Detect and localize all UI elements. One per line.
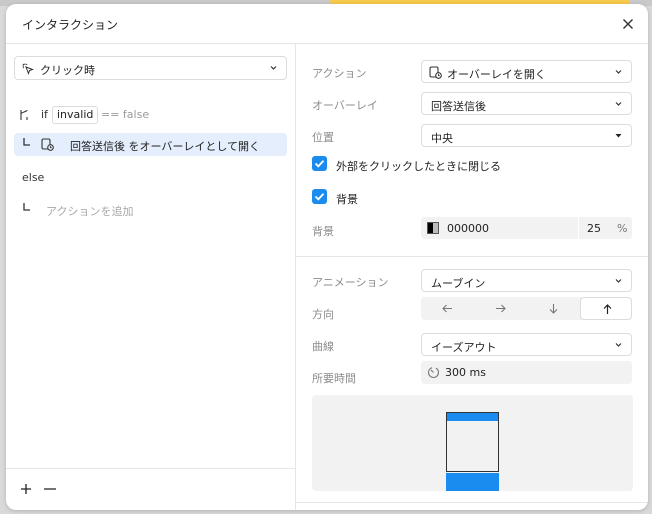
chevron-down-icon [270, 66, 277, 70]
color-swatch[interactable] [427, 222, 439, 234]
arrow-up-icon [603, 304, 612, 314]
click-icon [22, 63, 34, 75]
duration-value: 300 ms [445, 366, 486, 379]
animation-value: ムーブイン [431, 277, 486, 290]
overlay-select[interactable]: 回答送信後 [421, 92, 632, 115]
overlay-label: オーバーレイ [312, 99, 378, 112]
arrow-down-icon [549, 304, 558, 314]
panel-bottom-divider [296, 502, 648, 503]
position-select[interactable]: 中央 [421, 124, 632, 147]
duration-label: 所要時間 [312, 372, 356, 385]
plus-icon [21, 484, 31, 494]
overlay-value: 回答送信後 [431, 100, 486, 113]
close-on-outside-click-label: 外部をクリックしたときに閉じる [336, 160, 501, 173]
animation-select[interactable]: ムーブイン [421, 269, 632, 292]
curve-value: イーズアウト [431, 341, 497, 354]
checkmark-icon [314, 193, 325, 201]
action-value: オーバーレイを開く [447, 68, 546, 81]
overlay-icon [41, 138, 54, 151]
direction-down-button[interactable] [527, 297, 579, 320]
chevron-down-icon [615, 343, 622, 347]
animation-preview [312, 395, 633, 491]
nested-branch-icon [23, 138, 30, 146]
condition-variable[interactable]: invalid [52, 106, 99, 124]
chevron-down-icon [615, 70, 622, 74]
direction-right-button[interactable] [474, 297, 526, 320]
list-footer [6, 468, 296, 510]
direction-segmented-control [421, 297, 632, 320]
action-label: アクション [312, 67, 367, 80]
interaction-dialog: インタラクション クリック時 if invalid == false 回答送信後… [6, 4, 648, 510]
arrow-right-icon [496, 304, 506, 313]
action-select[interactable]: オーバーレイを開く [421, 60, 632, 83]
if-keyword: if [41, 108, 48, 121]
preview-overlay-top [447, 413, 498, 421]
background-checkbox-label: 背景 [336, 193, 358, 206]
close-icon [623, 19, 633, 29]
nested-branch-icon [23, 203, 30, 211]
direction-up-button[interactable] [580, 297, 632, 320]
chevron-down-icon [615, 134, 622, 138]
action-item-label: 回答送信後 をオーバーレイとして開く [70, 140, 261, 153]
add-button[interactable] [18, 481, 34, 497]
action-item-selected[interactable]: 回答送信後 をオーバーレイとして開く [14, 133, 287, 156]
position-label: 位置 [312, 131, 334, 144]
else-label: else [22, 171, 45, 184]
arrow-left-icon [442, 304, 452, 313]
curve-label: 曲線 [312, 340, 334, 353]
curve-select[interactable]: イーズアウト [421, 333, 632, 356]
background-checkbox[interactable] [312, 189, 327, 204]
timer-icon [427, 366, 440, 379]
interaction-list-panel: クリック時 if invalid == false 回答送信後 をオーバーレイと… [6, 44, 296, 510]
dialog-title: インタラクション [22, 18, 119, 32]
direction-label: 方向 [312, 308, 334, 321]
background-color-value: 000000 [447, 222, 489, 235]
dialog-header: インタラクション [6, 4, 648, 44]
direction-left-button[interactable] [421, 297, 473, 320]
animation-label: アニメーション [312, 276, 389, 289]
background-label: 背景 [312, 225, 334, 238]
condition-comparison: == false [101, 108, 150, 121]
background-opacity-field[interactable]: 25 % [579, 217, 632, 239]
background-opacity-value: 25 [587, 222, 601, 235]
checkmark-icon [314, 160, 325, 168]
close-on-outside-click-checkbox[interactable] [312, 156, 327, 171]
chevron-down-icon [615, 102, 622, 106]
minus-icon [44, 488, 56, 490]
background-color-field[interactable]: 000000 [421, 217, 578, 239]
close-button[interactable] [618, 14, 638, 34]
preview-device-frame [446, 412, 499, 472]
branch-icon [20, 109, 28, 120]
preview-overlay-moving [446, 473, 499, 491]
trigger-select[interactable]: クリック時 [14, 56, 287, 80]
trigger-label: クリック時 [40, 64, 95, 77]
section-divider [296, 256, 648, 257]
properties-panel: アクション オーバーレイを開く オーバーレイ 回答送信後 位置 中央 外部をクリ… [296, 44, 648, 510]
overlay-icon [429, 66, 442, 79]
percent-unit: % [617, 222, 628, 235]
remove-button[interactable] [42, 481, 58, 497]
add-action-placeholder: アクションを追加 [46, 205, 134, 218]
duration-field[interactable]: 300 ms [421, 361, 632, 384]
chevron-down-icon [615, 279, 622, 283]
position-value: 中央 [431, 132, 453, 145]
